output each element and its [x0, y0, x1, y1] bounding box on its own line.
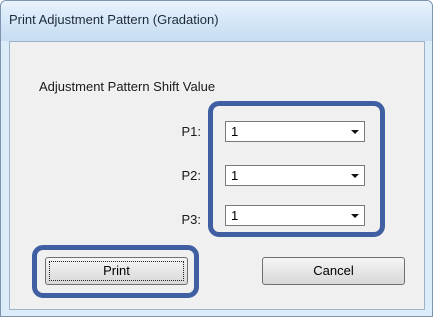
cancel-button-label: Cancel [313, 263, 354, 278]
p3-dropdown-button[interactable] [347, 206, 364, 225]
window-title: Print Adjustment Pattern (Gradation) [9, 12, 219, 27]
chevron-down-icon [351, 130, 359, 134]
p1-label: P1: [181, 124, 201, 139]
p1-dropdown-button[interactable] [347, 122, 364, 141]
p2-label: P2: [181, 168, 201, 183]
chevron-down-icon [351, 174, 359, 178]
p2-combobox[interactable]: 1 [225, 165, 365, 186]
focus-rectangle [49, 261, 184, 281]
title-bar[interactable]: Print Adjustment Pattern (Gradation) [1, 1, 432, 41]
p3-combobox[interactable]: 1 [225, 205, 365, 226]
p1-combobox[interactable]: 1 [225, 121, 365, 142]
p2-value: 1 [231, 168, 239, 183]
shift-value-group-label: Adjustment Pattern Shift Value [39, 79, 216, 94]
p3-label: P3: [181, 212, 201, 227]
p3-value: 1 [231, 208, 239, 223]
p2-dropdown-button[interactable] [347, 166, 364, 185]
print-button[interactable]: Print [45, 257, 188, 285]
chevron-down-icon [351, 214, 359, 218]
dialog-window: Print Adjustment Pattern (Gradation) Adj… [0, 0, 433, 317]
cancel-button[interactable]: Cancel [262, 257, 405, 285]
p1-value: 1 [231, 124, 239, 139]
